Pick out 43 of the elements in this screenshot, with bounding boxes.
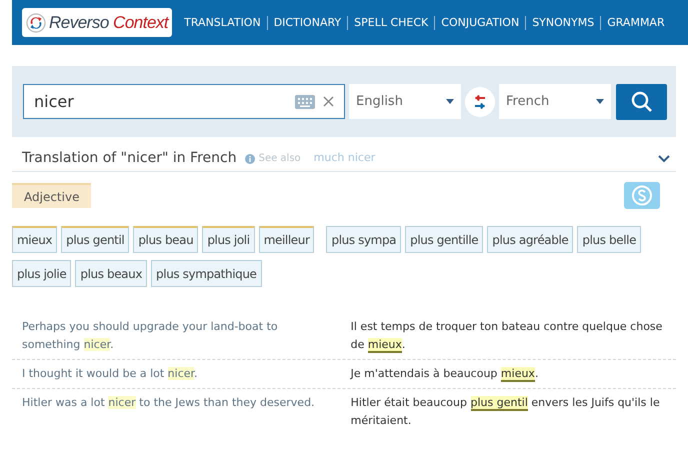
source-language-select[interactable]: English xyxy=(349,84,461,119)
part-of-speech-tag: Adjective xyxy=(12,183,92,208)
logo[interactable]: Reverso Context xyxy=(22,8,172,37)
nav-link[interactable]: TRANSLATION xyxy=(178,16,267,30)
logo-text: Reverso Context xyxy=(49,12,168,34)
nav-link[interactable]: SPELL CHECK xyxy=(347,16,434,30)
source-sentence: Hitler was a lot nicer to the Jews than they deserved. xyxy=(22,395,316,411)
caret-icon xyxy=(446,99,454,104)
target-sentence: Il est temps de troquer ton bateau contre quelque chose de mieux. xyxy=(350,319,664,354)
source-sentence: I thought it would be a lot nicer. xyxy=(22,366,199,382)
nav-link[interactable]: SYNONYMS xyxy=(525,16,600,30)
translation-chip[interactable]: plus gentil xyxy=(61,226,130,253)
translation-chip[interactable]: plus belle xyxy=(577,226,642,253)
nav-link[interactable]: GRAMMAR xyxy=(600,16,671,30)
search-value: nicer xyxy=(34,90,75,112)
translation-chip[interactable]: plus jolie xyxy=(12,260,72,287)
nav-link[interactable]: CONJUGATION xyxy=(434,16,526,30)
target-sentence: Hitler était beaucoup plus gentil envers les Juifs qu'ils le méritaient. xyxy=(350,395,661,429)
translation-chip[interactable]: mieux xyxy=(12,226,58,253)
translation-title: Translation of "nicer" in French xyxy=(22,149,237,168)
info-icon xyxy=(244,154,255,164)
see-also-label: See also xyxy=(258,152,301,166)
nav-link[interactable]: DICTIONARY xyxy=(266,16,348,30)
search-field[interactable]: nicer xyxy=(23,84,345,119)
translation-chip[interactable]: meilleur xyxy=(258,226,314,253)
source-sentence: Perhaps you should upgrade your land-boat to something nicer. xyxy=(22,319,279,353)
clear-icon[interactable] xyxy=(323,96,334,107)
translation-chip[interactable]: plus agréable xyxy=(487,226,574,253)
translation-chip[interactable]: plus sympa xyxy=(326,226,402,253)
translation-chip[interactable]: plus beau xyxy=(133,226,198,253)
search-button[interactable] xyxy=(616,84,667,120)
swap-icon xyxy=(472,94,488,110)
chevron-icon[interactable] xyxy=(658,154,670,162)
logo-icon xyxy=(26,12,46,32)
caret-icon xyxy=(596,99,604,104)
swap-languages-button[interactable] xyxy=(465,86,495,116)
translation-chip[interactable]: plus beaux xyxy=(75,260,148,287)
translation-chip[interactable]: plus sympathique xyxy=(151,260,262,287)
search-icon xyxy=(630,90,652,112)
target-language-select[interactable]: French xyxy=(499,84,611,119)
translation-chip[interactable]: plus gentille xyxy=(405,226,484,253)
translation-chip[interactable]: plus joli xyxy=(202,226,255,253)
target-sentence: Je m'attendais à beaucoup mieux. xyxy=(350,366,540,383)
